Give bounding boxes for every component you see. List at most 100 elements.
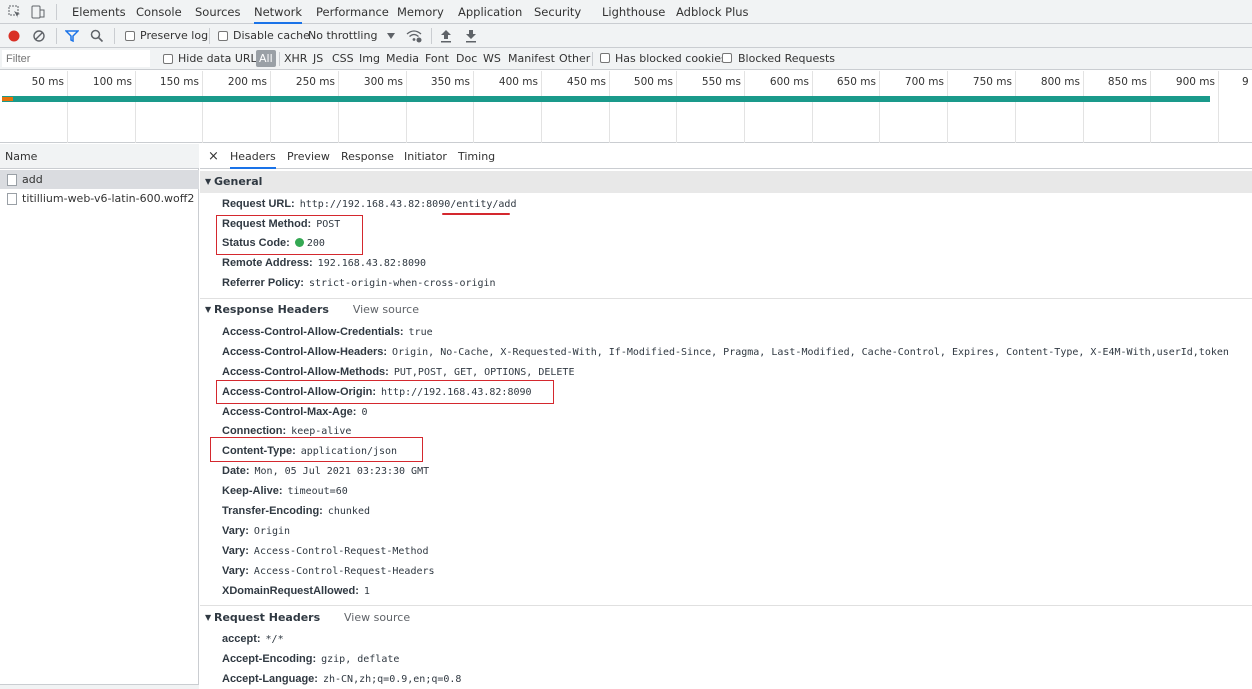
type-filter-js[interactable]: JS xyxy=(313,52,323,65)
type-filter-all[interactable]: All xyxy=(256,50,276,67)
header-value[interactable]: zh-CN,zh;q=0.9,en;q=0.8 xyxy=(323,674,461,685)
header-value[interactable]: */* xyxy=(266,634,284,645)
response-header-row: Access-Control-Allow-Headers: Origin, No-… xyxy=(222,343,1229,361)
timeline-gridline xyxy=(1150,71,1151,143)
tab-preview[interactable]: Preview xyxy=(287,144,330,169)
chevron-down-icon[interactable] xyxy=(387,33,395,39)
header-key: Access-Control-Allow-Headers: xyxy=(222,346,388,358)
type-filter-ws[interactable]: WS xyxy=(483,52,501,65)
timeline-gridline xyxy=(609,71,610,143)
header-value[interactable]: Origin, No-Cache, X-Requested-With, If-M… xyxy=(392,347,1229,358)
tab-initiator[interactable]: Initiator xyxy=(404,144,447,169)
header-value[interactable]: strict-origin-when-cross-origin xyxy=(309,278,496,289)
close-icon[interactable]: × xyxy=(208,144,219,169)
disable-cache-checkbox[interactable] xyxy=(218,31,228,41)
timeline-tick-label: 500 ms xyxy=(633,76,673,88)
header-value[interactable]: PUT,POST, GET, OPTIONS, DELETE xyxy=(394,367,575,378)
tab-timing[interactable]: Timing xyxy=(458,144,495,169)
header-value[interactable]: Access-Control-Request-Method xyxy=(254,546,429,557)
timeline-gridline xyxy=(67,71,68,143)
has-blocked-cookies-checkbox[interactable] xyxy=(600,53,610,63)
header-value[interactable]: true xyxy=(409,327,433,338)
preserve-log-label: Preserve log xyxy=(140,29,209,42)
inspect-element-icon[interactable] xyxy=(8,5,22,19)
type-filter-css[interactable]: CSS xyxy=(332,52,354,65)
tab-network[interactable]: Network xyxy=(254,0,303,24)
type-filter-xhr[interactable]: XHR xyxy=(284,52,307,65)
timeline-tick-label: 350 ms xyxy=(430,76,470,88)
disable-cache-label: Disable cache xyxy=(233,29,310,42)
response-header-row: Transfer-Encoding: chunked xyxy=(222,502,370,520)
timeline-gridline xyxy=(1083,71,1084,143)
tab-security[interactable]: Security xyxy=(534,0,581,24)
request-detail-panel: × Headers Preview Response Initiator Tim… xyxy=(200,144,1252,689)
request-row-font[interactable]: titillium-web-v6-latin-600.woff2 xyxy=(0,189,199,208)
header-value[interactable]: timeout=60 xyxy=(288,486,348,497)
timeline-tick-label: 100 ms xyxy=(92,76,132,88)
tab-memory[interactable]: Memory xyxy=(397,0,444,24)
section-title: General xyxy=(214,175,263,188)
annotation-box-method-status xyxy=(216,215,363,255)
tab-headers[interactable]: Headers xyxy=(230,144,276,169)
header-value[interactable]: Mon, 05 Jul 2021 03:23:30 GMT xyxy=(255,466,430,477)
preserve-log-checkbox[interactable] xyxy=(125,31,135,41)
timeline-overview[interactable]: 50 ms 100 ms 150 ms 200 ms 250 ms 300 ms 350 m… xyxy=(0,71,1252,143)
tab-response[interactable]: Response xyxy=(341,144,394,169)
type-filter-doc[interactable]: Doc xyxy=(456,52,477,65)
request-headers-section-header[interactable]: ▼ Request Headers View source xyxy=(200,607,1252,629)
header-value[interactable]: http://192.168.43.82:8090/entity/add xyxy=(300,199,517,210)
timeline-tick-label: 700 ms xyxy=(904,76,944,88)
type-filter-manifest[interactable]: Manifest xyxy=(508,52,555,65)
general-section-header[interactable]: ▼ General xyxy=(200,171,1252,193)
filter-input[interactable] xyxy=(2,50,150,67)
response-headers-section-header[interactable]: ▼ Response Headers View source xyxy=(200,299,1252,321)
request-row-add[interactable]: add xyxy=(0,170,199,189)
import-har-icon[interactable] xyxy=(440,29,452,43)
header-value[interactable]: chunked xyxy=(328,506,370,517)
header-value[interactable]: gzip, deflate xyxy=(321,654,399,665)
tab-console[interactable]: Console xyxy=(136,0,182,24)
name-column-header[interactable]: Name xyxy=(0,144,199,169)
type-filter-img[interactable]: Img xyxy=(359,52,380,65)
view-source-link[interactable]: View source xyxy=(344,611,410,624)
header-key: Date: xyxy=(222,465,250,477)
type-filter-font[interactable]: Font xyxy=(425,52,449,65)
blocked-requests-checkbox[interactable] xyxy=(722,53,732,63)
tab-adblock-plus[interactable]: Adblock Plus xyxy=(676,0,749,24)
response-header-row: Vary: Origin xyxy=(222,522,290,540)
type-filter-media[interactable]: Media xyxy=(386,52,419,65)
timeline-tick-label: 400 ms xyxy=(498,76,538,88)
search-icon[interactable] xyxy=(90,29,104,43)
header-value[interactable]: 192.168.43.82:8090 xyxy=(318,258,426,269)
timeline-gridline xyxy=(1218,71,1219,143)
network-conditions-icon[interactable] xyxy=(406,29,422,43)
tab-elements[interactable]: Elements xyxy=(72,0,126,24)
header-value[interactable]: keep-alive xyxy=(291,426,351,437)
timeline-gridline xyxy=(812,71,813,143)
header-value[interactable]: 1 xyxy=(364,586,370,597)
header-value[interactable]: Access-Control-Request-Headers xyxy=(254,566,435,577)
header-value[interactable]: Origin xyxy=(254,526,290,537)
detail-tab-bar: × Headers Preview Response Initiator Tim… xyxy=(200,144,1252,169)
timeline-gridline xyxy=(879,71,880,143)
tab-performance[interactable]: Performance xyxy=(316,0,389,24)
tab-lighthouse[interactable]: Lighthouse xyxy=(602,0,665,24)
filter-icon[interactable] xyxy=(65,30,79,42)
throttling-select[interactable]: No throttling xyxy=(308,29,377,42)
type-filter-other[interactable]: Other xyxy=(559,52,590,65)
header-value[interactable]: 0 xyxy=(361,407,367,418)
tab-application[interactable]: Application xyxy=(458,0,522,24)
tab-sources[interactable]: Sources xyxy=(195,0,241,24)
clear-icon[interactable] xyxy=(33,30,45,42)
view-source-link[interactable]: View source xyxy=(353,303,419,316)
export-har-icon[interactable] xyxy=(465,29,477,43)
response-header-row: Date: Mon, 05 Jul 2021 03:23:30 GMT xyxy=(222,462,429,480)
timeline-tick-label: 200 ms xyxy=(227,76,267,88)
device-toolbar-icon[interactable] xyxy=(31,4,45,20)
header-key: XDomainRequestAllowed: xyxy=(222,585,359,597)
header-key: Vary: xyxy=(222,565,249,577)
hide-data-urls-checkbox[interactable] xyxy=(163,54,173,64)
request-header-row: Accept-Language: zh-CN,zh;q=0.9,en;q=0.8 xyxy=(222,670,461,688)
record-icon[interactable] xyxy=(8,30,20,42)
annotation-underline xyxy=(442,213,510,215)
